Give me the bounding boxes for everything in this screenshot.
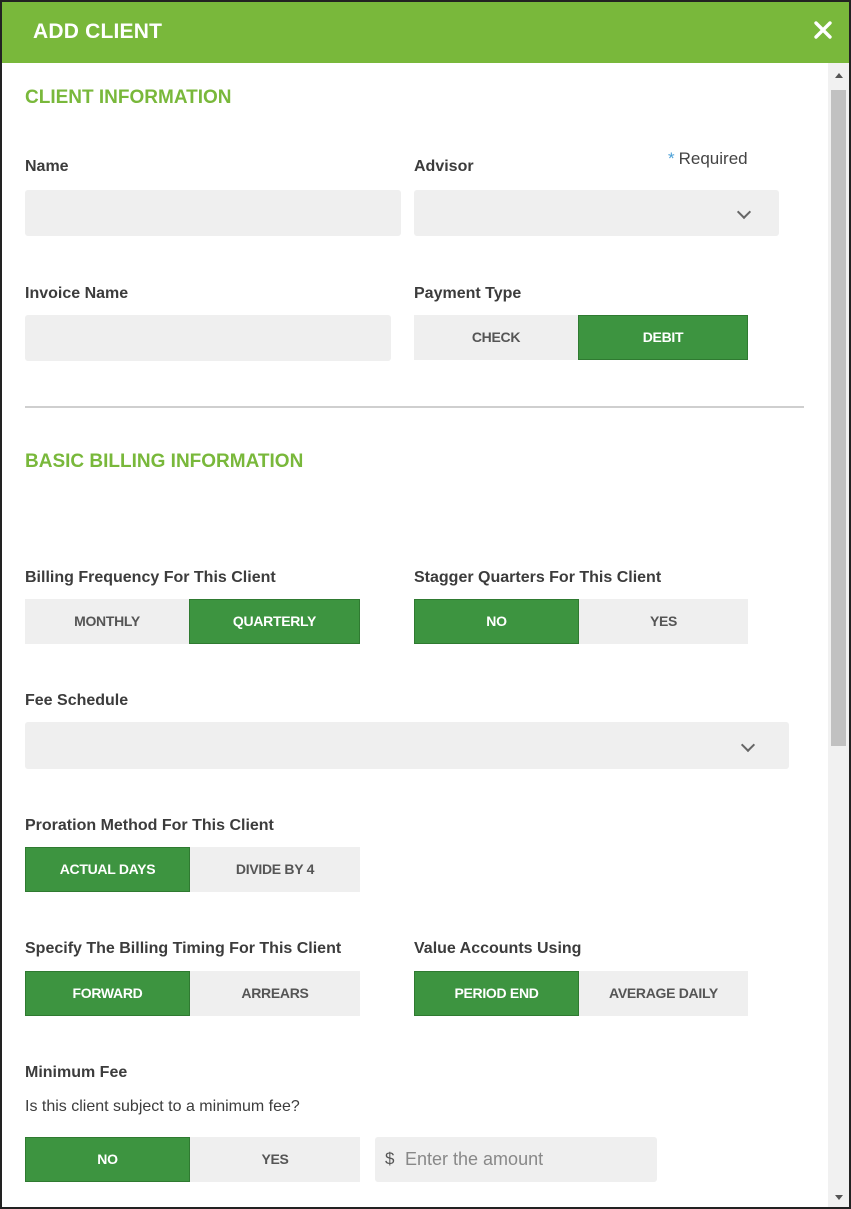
proration-actual-days-option[interactable]: ACTUAL DAYS: [25, 847, 190, 892]
stagger-quarters-label: Stagger Quarters For This Client: [414, 569, 662, 586]
proration-divide-by-4-option[interactable]: DIVIDE BY 4: [190, 847, 360, 892]
advisor-label: Advisor: [414, 158, 474, 175]
invoice-name-label: Invoice Name: [25, 285, 129, 302]
vertical-scrollbar[interactable]: [828, 63, 849, 1207]
name-label: Name: [25, 158, 69, 175]
currency-symbol: $: [385, 1149, 395, 1168]
frequency-quarterly-option[interactable]: QUARTERLY: [189, 599, 360, 644]
basic-billing-title: BASIC BILLING INFORMATION: [25, 451, 304, 472]
value-period-end-option[interactable]: PERIOD END: [414, 971, 579, 1016]
fee-schedule-label: Fee Schedule: [25, 692, 129, 709]
minimum-fee-amount-input[interactable]: [405, 1137, 645, 1182]
frequency-monthly-option[interactable]: MONTHLY: [25, 599, 189, 644]
min-fee-no-option[interactable]: NO: [25, 1137, 190, 1182]
required-note: * Required: [668, 149, 748, 169]
client-information-title: CLIENT INFORMATION: [25, 87, 232, 108]
section-divider: [25, 406, 804, 408]
name-input[interactable]: [25, 190, 401, 236]
close-icon[interactable]: [810, 17, 836, 43]
minimum-fee-question: Is this client subject to a minimum fee?: [25, 1098, 300, 1115]
fee-schedule-select[interactable]: [25, 722, 789, 769]
value-accounts-label: Value Accounts Using: [414, 940, 582, 957]
required-asterisk: *: [668, 149, 675, 168]
advisor-select[interactable]: [414, 190, 779, 236]
minimum-fee-label: Minimum Fee: [25, 1064, 128, 1081]
min-fee-yes-option[interactable]: YES: [190, 1137, 360, 1182]
payment-debit-option[interactable]: DEBIT: [578, 315, 748, 360]
dialog-title: ADD CLIENT: [33, 20, 163, 43]
scroll-thumb[interactable]: [831, 90, 846, 746]
stagger-yes-option[interactable]: YES: [579, 599, 748, 644]
chevron-down-icon: [740, 737, 756, 753]
required-label: Required: [678, 149, 748, 168]
billing-frequency-label: Billing Frequency For This Client: [25, 569, 276, 586]
payment-check-option[interactable]: CHECK: [414, 315, 578, 360]
invoice-name-input[interactable]: [25, 315, 391, 361]
payment-type-label: Payment Type: [414, 285, 522, 302]
minimum-fee-amount-field: $: [375, 1137, 657, 1182]
value-average-daily-option[interactable]: AVERAGE DAILY: [579, 971, 748, 1016]
scroll-down-arrow-icon[interactable]: [835, 1195, 843, 1200]
proration-method-label: Proration Method For This Client: [25, 817, 274, 834]
stagger-no-option[interactable]: NO: [414, 599, 579, 644]
billing-timing-label: Specify The Billing Timing For This Clie…: [25, 940, 342, 957]
chevron-down-icon: [736, 204, 752, 220]
scroll-up-arrow-icon[interactable]: [835, 73, 843, 78]
add-client-dialog: ADD CLIENT CLIENT INFORMATION * Required …: [0, 0, 851, 1209]
timing-arrears-option[interactable]: ARREARS: [190, 971, 360, 1016]
dialog-header: ADD CLIENT: [2, 2, 849, 63]
timing-forward-option[interactable]: FORWARD: [25, 971, 190, 1016]
